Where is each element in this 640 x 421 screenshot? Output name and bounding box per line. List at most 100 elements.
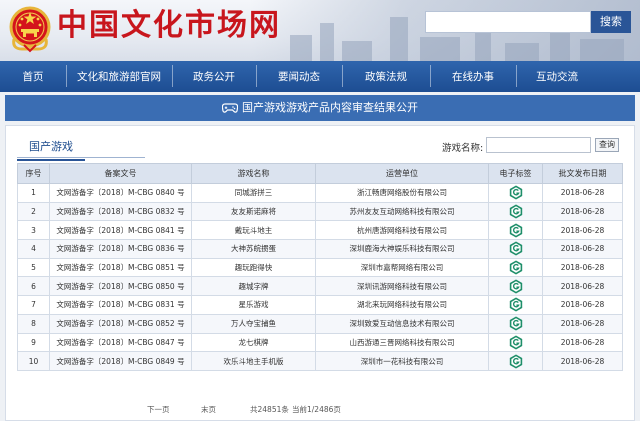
query-button[interactable]: 查询 <box>595 138 619 152</box>
cell-e-label <box>488 351 543 371</box>
col-header-e-label: 电子标签 <box>488 163 543 184</box>
main-content: 国产游戏游戏产品内容审查结果公开 国产游戏 游戏名称: 查询 序号 备案文号 游… <box>0 92 640 421</box>
cell-no: 7 <box>17 295 50 315</box>
e-label-badge-icon[interactable] <box>509 316 523 331</box>
nav-item-interaction[interactable]: 互动交流 <box>516 65 598 87</box>
e-label-badge-icon[interactable] <box>509 297 523 312</box>
cell-date: 2018-06-28 <box>542 183 623 203</box>
nav-item-news[interactable]: 要闻动态 <box>256 65 342 87</box>
cell-game-name[interactable]: 欢乐斗地主手机版 <box>191 351 316 371</box>
table-row: 3 文网游备字〔2018〕M-CBG 0841 号戴玩斗地主 杭州唐游网络科技有限公… <box>17 220 623 241</box>
nav-item-online-services[interactable]: 在线办事 <box>430 65 516 87</box>
cell-e-label <box>488 183 543 203</box>
cell-operator: 苏州友友互动网络科技有限公司 <box>315 201 489 222</box>
search-button[interactable]: 搜索 <box>591 11 631 33</box>
site-header: 中国文化市场网 搜索 <box>0 0 640 61</box>
search-input[interactable] <box>425 11 591 33</box>
cell-e-label <box>488 295 543 315</box>
cell-e-label <box>488 239 543 259</box>
site-title[interactable]: 中国文化市场网 <box>57 6 281 46</box>
cell-no: 4 <box>17 239 50 259</box>
national-emblem-icon[interactable] <box>8 5 52 53</box>
e-label-badge-icon[interactable] <box>509 354 523 369</box>
cell-e-label <box>488 201 543 222</box>
last-page-link[interactable]: 末页 <box>201 404 216 415</box>
nav-item-policies[interactable]: 政策法规 <box>342 65 430 87</box>
cell-operator: 山西游通三晋网络科技有限公司 <box>315 332 489 353</box>
cell-date: 2018-06-28 <box>542 220 623 241</box>
cell-operator: 深圳致爱互动信息技术有限公司 <box>315 313 489 334</box>
cell-doc-number: 文网游备字〔2018〕M-CBG 0841 号 <box>49 220 192 241</box>
cell-no: 2 <box>17 201 50 222</box>
cell-date: 2018-06-28 <box>542 313 623 334</box>
cell-operator: 湖北来玩网络科技有限公司 <box>315 295 489 315</box>
cell-date: 2018-06-28 <box>542 257 623 278</box>
table-row: 7 文网游备字〔2018〕M-CBG 0831 号星乐游戏 湖北来玩网络科技有限公司… <box>17 295 623 315</box>
cell-doc-number: 文网游备字〔2018〕M-CBG 0831 号 <box>49 295 192 315</box>
nav-item-home[interactable]: 首页 <box>0 69 66 84</box>
cell-no: 9 <box>17 332 50 353</box>
cell-game-name[interactable]: 同城游拼三 <box>191 183 316 203</box>
e-label-badge-icon[interactable] <box>509 185 523 200</box>
game-name-filter-label: 游戏名称: <box>442 143 484 154</box>
cell-game-name[interactable]: 趣玩跑得快 <box>191 257 316 278</box>
cell-operator: 浙江畅唐网络股份有限公司 <box>315 183 489 203</box>
e-label-badge-icon[interactable] <box>509 223 523 238</box>
table-row: 4 文网游备字〔2018〕M-CBG 0836 号大神苏皖掼蛋 深圳鹿海大神娱乐科技… <box>17 239 623 259</box>
cell-operator: 深圳市嘉帮网络有限公司 <box>315 257 489 278</box>
e-label-badge-icon[interactable] <box>509 335 523 350</box>
cell-game-name[interactable]: 友友斯诺麻将 <box>191 201 316 222</box>
cell-no: 3 <box>17 220 50 241</box>
cell-doc-number: 文网游备字〔2018〕M-CBG 0840 号 <box>49 183 192 203</box>
e-label-badge-icon[interactable] <box>509 260 523 275</box>
main-nav: 首页 文化和旅游部官网 政务公开 要闻动态 政策法规 在线办事 互动交流 <box>0 61 640 92</box>
cell-doc-number: 文网游备字〔2018〕M-CBG 0849 号 <box>49 351 192 371</box>
cell-no: 8 <box>17 313 50 334</box>
table-row: 6 文网游备字〔2018〕M-CBG 0850 号趣城字牌 深圳讯游网络科技有限公司… <box>17 276 623 297</box>
cell-game-name[interactable]: 趣城字牌 <box>191 276 316 297</box>
cell-date: 2018-06-28 <box>542 332 623 353</box>
next-page-link[interactable]: 下一页 <box>147 404 170 415</box>
cell-e-label <box>488 220 543 241</box>
cell-no: 5 <box>17 257 50 278</box>
e-label-badge-icon[interactable] <box>509 241 523 256</box>
total-count: 共24851条 <box>250 405 289 414</box>
cell-operator: 深圳鹿海大神娱乐科技有限公司 <box>315 239 489 259</box>
cell-doc-number: 文网游备字〔2018〕M-CBG 0832 号 <box>49 201 192 222</box>
cell-operator: 杭州唐游网络科技有限公司 <box>315 220 489 241</box>
table-row: 9 文网游备字〔2018〕M-CBG 0847 号龙七棋牌 山西游通三晋网络科技有限… <box>17 332 623 353</box>
cell-doc-number: 文网游备字〔2018〕M-CBG 0850 号 <box>49 276 192 297</box>
cell-doc-number: 文网游备字〔2018〕M-CBG 0851 号 <box>49 257 192 278</box>
cell-date: 2018-06-28 <box>542 295 623 315</box>
nav-item-government-affairs[interactable]: 政务公开 <box>172 65 256 87</box>
nav-item-ministry-site[interactable]: 文化和旅游部官网 <box>66 65 172 87</box>
cell-date: 2018-06-28 <box>542 201 623 222</box>
cell-game-name[interactable]: 万人夺宝捕鱼 <box>191 313 316 334</box>
col-header-doc-number: 备案文号 <box>49 163 192 184</box>
cell-no: 10 <box>17 351 50 371</box>
game-name-filter-input[interactable] <box>486 137 591 153</box>
cell-e-label <box>488 313 543 334</box>
cell-e-label <box>488 332 543 353</box>
tab-underline <box>17 157 145 158</box>
table-row: 1 文网游备字〔2018〕M-CBG 0840 号同城游拼三 浙江畅唐网络股份有限公… <box>17 183 623 203</box>
cell-game-name[interactable]: 龙七棋牌 <box>191 332 316 353</box>
table-row: 10 文网游备字〔2018〕M-CBG 0849 号欢乐斗地主手机版 深圳市一花科技… <box>17 351 623 371</box>
cell-game-name[interactable]: 星乐游戏 <box>191 295 316 315</box>
banner-title: 国产游戏游戏产品内容审查结果公开 <box>242 101 418 114</box>
gamepad-icon <box>222 102 238 113</box>
table-row: 2 文网游备字〔2018〕M-CBG 0832 号友友斯诺麻将 苏州友友互动网络科技… <box>17 201 623 222</box>
cell-date: 2018-06-28 <box>542 351 623 371</box>
results-table: 序号 备案文号 游戏名称 运营单位 电子标签 批文发布日期 1 文网游备字〔201… <box>17 163 623 371</box>
e-label-badge-icon[interactable] <box>509 279 523 294</box>
table-header-row: 序号 备案文号 游戏名称 运营单位 电子标签 批文发布日期 <box>17 163 623 184</box>
table-row: 5 文网游备字〔2018〕M-CBG 0851 号趣玩跑得快 深圳市嘉帮网络有限公司… <box>17 257 623 278</box>
cell-game-name[interactable]: 戴玩斗地主 <box>191 220 316 241</box>
col-header-game-name: 游戏名称 <box>191 163 316 184</box>
cell-operator: 深圳市一花科技有限公司 <box>315 351 489 371</box>
cell-doc-number: 文网游备字〔2018〕M-CBG 0847 号 <box>49 332 192 353</box>
cell-e-label <box>488 276 543 297</box>
cell-doc-number: 文网游备字〔2018〕M-CBG 0836 号 <box>49 239 192 259</box>
cell-game-name[interactable]: 大神苏皖掼蛋 <box>191 239 316 259</box>
e-label-badge-icon[interactable] <box>509 204 523 219</box>
